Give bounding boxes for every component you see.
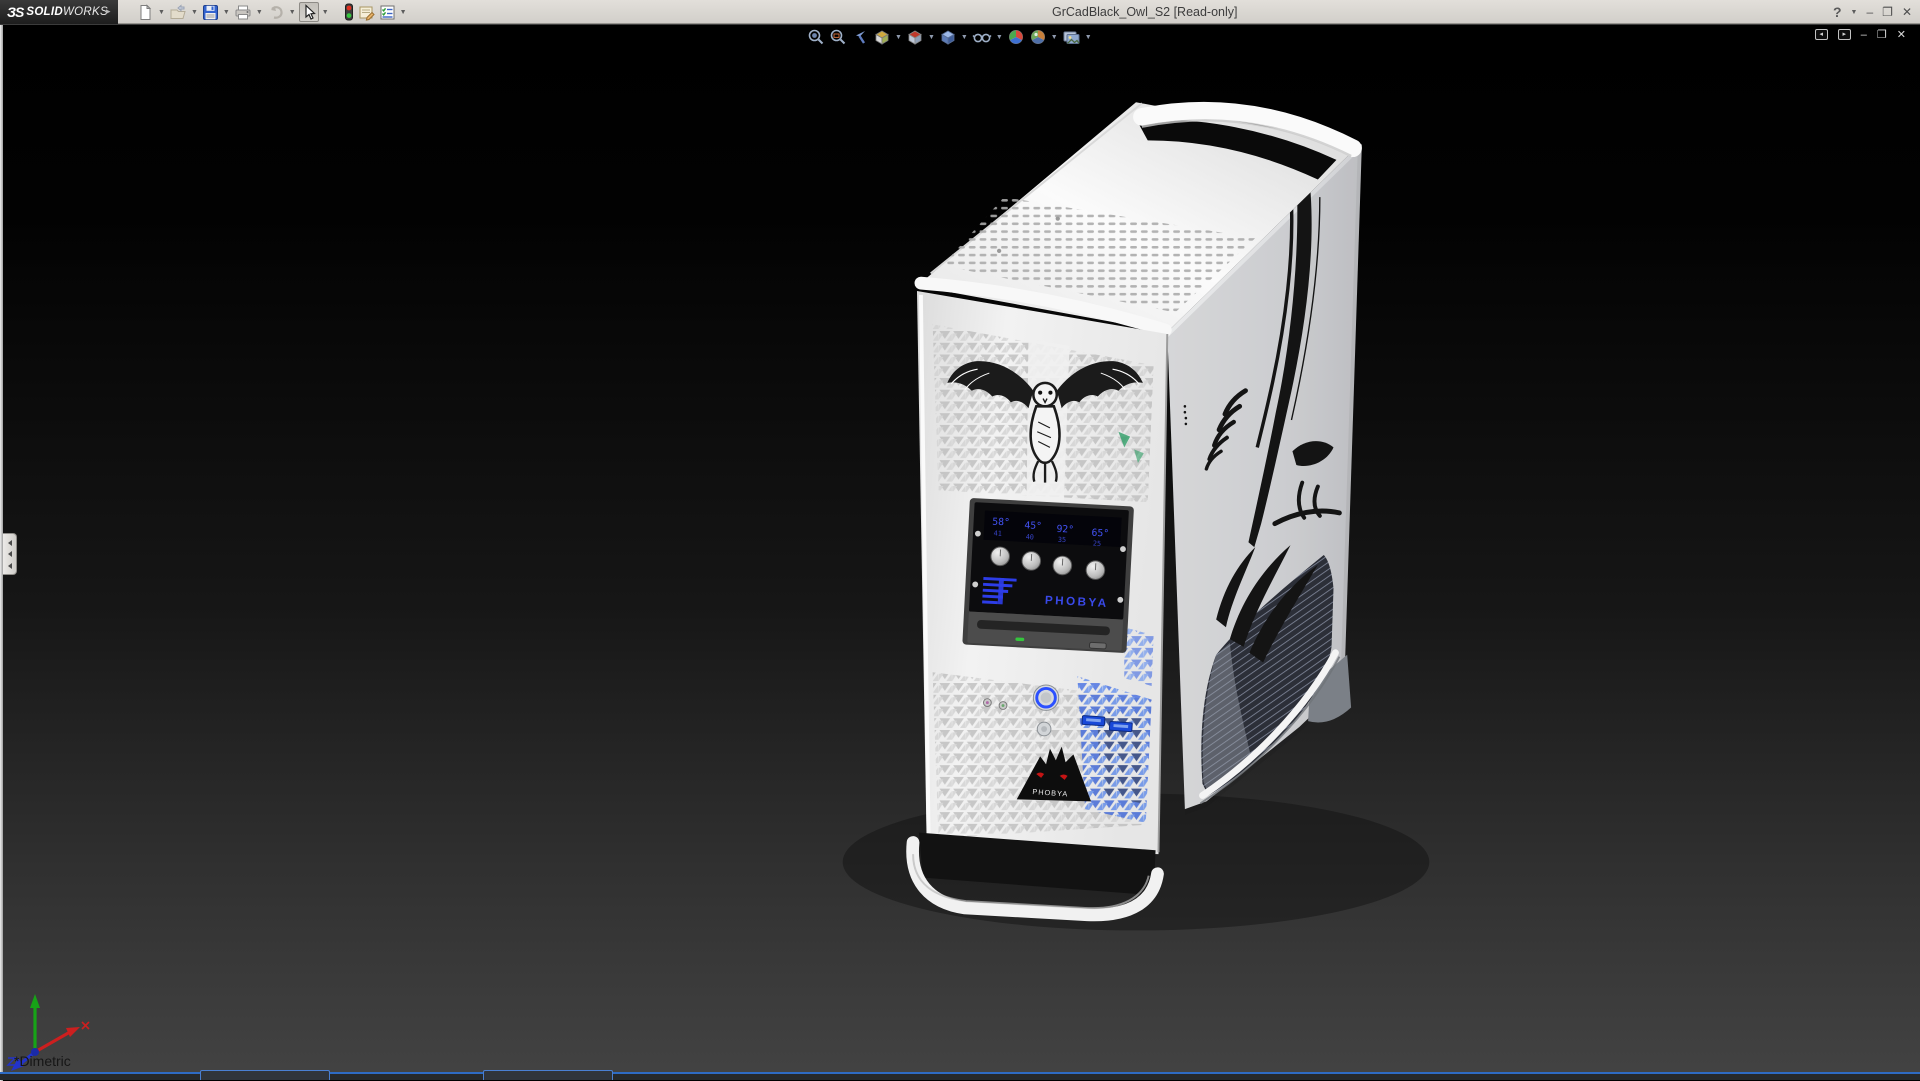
zoom-to-area-button[interactable] — [828, 27, 848, 47]
taskbar-button[interactable] — [200, 1070, 330, 1080]
view-orientation-icon — [906, 28, 924, 46]
open-document-button[interactable] — [168, 2, 188, 22]
readout-2: 45° — [1024, 520, 1042, 532]
minimize-button[interactable]: – — [1866, 5, 1873, 19]
solidworks-wordmark: SOLIDWORKS — [26, 6, 108, 18]
display-style-dropdown-icon[interactable]: ▼ — [961, 34, 968, 41]
view-orientation-button[interactable] — [905, 27, 925, 47]
doc-close-button[interactable]: ✕ — [1897, 28, 1906, 41]
select-cursor-icon — [301, 4, 317, 21]
section-view-icon — [873, 28, 891, 46]
section-view-dropdown-icon[interactable]: ▼ — [895, 34, 902, 41]
title-bar: ЗS SOLIDWORKS ▸ ▼ ▼ — [0, 0, 1920, 24]
triad-x-axis — [66, 1027, 80, 1037]
display-style-button[interactable] — [938, 27, 958, 47]
section-view-button[interactable] — [872, 27, 892, 47]
menu-expand-icon[interactable]: ▸ — [106, 6, 111, 17]
file-properties-icon — [358, 4, 376, 21]
rebuild-button[interactable] — [342, 2, 356, 22]
help-button[interactable]: ? — [1833, 4, 1842, 20]
taskbar-edge[interactable] — [0, 1072, 1920, 1080]
open-document-icon — [169, 4, 187, 21]
triad-y-axis — [30, 994, 40, 1008]
svg-text:25: 25 — [1093, 540, 1102, 548]
hide-show-items-icon — [972, 28, 992, 46]
options-checklist-icon — [379, 4, 396, 21]
graphics-viewport[interactable]: ▼ ▼ ▼ ▼ — [0, 24, 1920, 1080]
save-button[interactable] — [201, 2, 220, 22]
svg-text:40: 40 — [1025, 533, 1034, 541]
collapse-arrow-icon — [8, 551, 12, 557]
undo-icon — [267, 4, 285, 21]
new-document-button[interactable] — [136, 2, 155, 22]
save-icon — [202, 4, 219, 21]
print-icon — [234, 4, 252, 21]
apply-scene-dropdown-icon[interactable]: ▼ — [1051, 34, 1058, 41]
document-window-controls: ◂ ▸ – ❐ ✕ — [1815, 28, 1906, 41]
undo-button[interactable] — [266, 2, 286, 22]
main-toolbar: ▼ ▼ ▼ — [136, 1, 410, 23]
new-dropdown-icon[interactable]: ▼ — [158, 9, 165, 16]
pane-toggle-right-icon[interactable]: ▸ — [1838, 29, 1851, 40]
help-dropdown-icon[interactable]: ▼ — [1851, 9, 1858, 16]
view-settings-icon — [1062, 28, 1081, 46]
hide-show-items-button[interactable] — [971, 27, 993, 47]
fan-controller-panel: 58° 41 45° 40 92° 35 65° 25 — [962, 498, 1134, 653]
readout-1: 58° — [992, 517, 1010, 529]
taskbar-button[interactable] — [483, 1070, 613, 1080]
apply-scene-button[interactable] — [1028, 27, 1048, 47]
drive-eject-button — [1089, 642, 1106, 649]
edit-appearance-icon — [1007, 28, 1025, 46]
display-style-icon — [939, 28, 957, 46]
hide-show-items-dropdown-icon[interactable]: ▼ — [996, 34, 1003, 41]
solidworks-logo: ЗS SOLIDWORKS ▸ — [0, 0, 118, 24]
options-dropdown-icon[interactable]: ▼ — [400, 9, 407, 16]
previous-view-icon — [851, 28, 869, 46]
view-settings-button[interactable] — [1061, 27, 1082, 47]
zoom-to-fit-icon — [807, 28, 825, 46]
doc-restore-button[interactable]: ❐ — [1877, 28, 1887, 41]
svg-text:41: 41 — [993, 529, 1002, 537]
options-button[interactable] — [378, 2, 397, 22]
view-settings-dropdown-icon[interactable]: ▼ — [1085, 34, 1092, 41]
zoom-to-fit-button[interactable] — [806, 27, 826, 47]
solidworks-mark-icon: ЗS — [7, 4, 23, 20]
doc-minimize-button[interactable]: – — [1861, 29, 1867, 41]
previous-view-button[interactable] — [850, 27, 870, 47]
view-orientation-label: *Dimetric — [14, 1053, 71, 1069]
save-dropdown-icon[interactable]: ▼ — [223, 9, 230, 16]
restore-button[interactable]: ❐ — [1882, 5, 1893, 19]
svg-text:35: 35 — [1058, 536, 1067, 544]
collapse-arrow-icon — [8, 540, 12, 546]
readout-4: 65° — [1091, 528, 1109, 540]
new-document-icon — [137, 4, 154, 21]
readout-3: 92° — [1056, 524, 1074, 536]
file-properties-button[interactable] — [357, 2, 377, 22]
apply-scene-icon — [1029, 28, 1047, 46]
headsup-view-toolbar: ▼ ▼ ▼ ▼ — [806, 27, 1095, 47]
model-owl-pc-case: 58° 41 45° 40 92° 35 65° 25 — [0, 25, 1920, 1081]
close-button[interactable]: ✕ — [1902, 5, 1912, 19]
undo-dropdown-icon[interactable]: ▼ — [289, 9, 296, 16]
open-dropdown-icon[interactable]: ▼ — [191, 9, 198, 16]
drive-led — [1015, 637, 1024, 641]
document-title: GrCadBlack_Owl_S2 [Read-only] — [1052, 5, 1238, 19]
zoom-to-area-icon — [829, 28, 847, 46]
view-orientation-dropdown-icon[interactable]: ▼ — [928, 34, 935, 41]
select-dropdown-icon[interactable]: ▼ — [322, 9, 329, 16]
select-cursor-button[interactable] — [299, 2, 319, 22]
window-controls: ? ▼ – ❐ ✕ — [1833, 0, 1912, 24]
collapse-arrow-icon — [8, 563, 12, 569]
pane-toggle-left-icon[interactable]: ◂ — [1815, 29, 1828, 40]
feature-pane-collapsed-tab[interactable] — [3, 533, 17, 575]
case-front-panel: 58° 41 45° 40 92° 35 65° 25 — [913, 291, 1168, 915]
rebuild-stoplight-icon — [343, 3, 355, 21]
edit-appearance-button[interactable] — [1006, 27, 1026, 47]
print-dropdown-icon[interactable]: ▼ — [256, 9, 263, 16]
print-button[interactable] — [233, 2, 253, 22]
